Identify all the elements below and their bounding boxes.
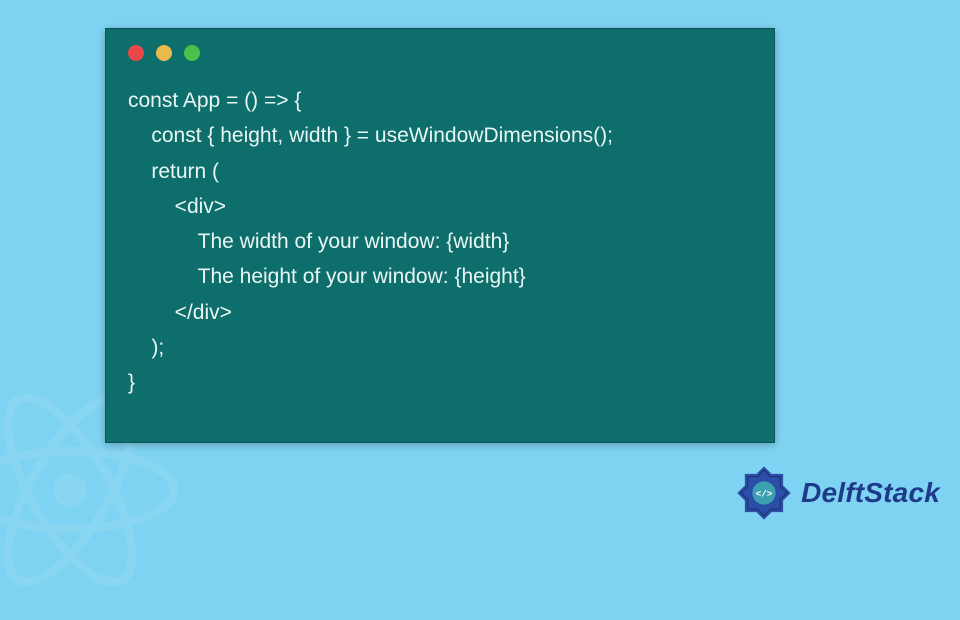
brand-name: DelftStack — [801, 477, 940, 509]
minimize-icon — [156, 45, 172, 61]
maximize-icon — [184, 45, 200, 61]
window-traffic-lights — [106, 29, 774, 61]
code-window: const App = () => { const { height, widt… — [105, 28, 775, 443]
delftstack-logo-icon: </> — [735, 464, 793, 522]
code-block: const App = () => { const { height, widt… — [106, 61, 774, 400]
svg-text:</>: </> — [756, 488, 773, 499]
brand-badge: </> DelftStack — [735, 464, 940, 522]
close-icon — [128, 45, 144, 61]
